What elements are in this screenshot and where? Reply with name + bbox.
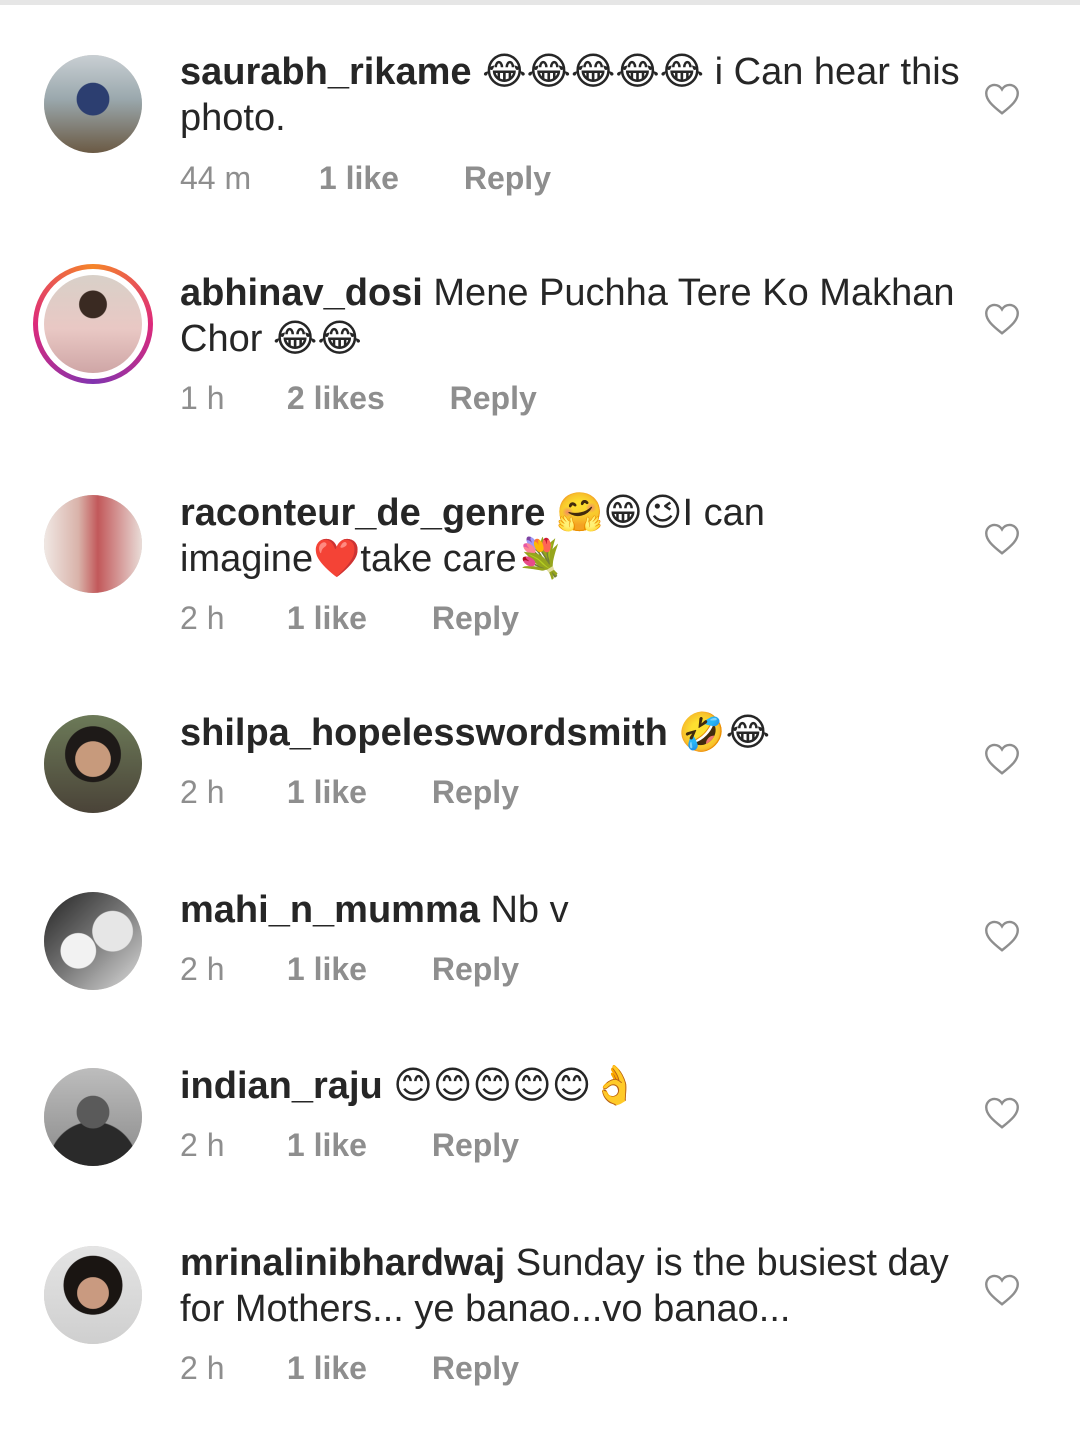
comment-text: shilpa_hopelesswordsmith 🤣😂 xyxy=(180,710,960,756)
username[interactable]: mahi_n_mumma xyxy=(180,889,480,931)
reply-button[interactable]: Reply xyxy=(464,160,551,197)
comment-text: abhinav_dosi Mene Puchha Tere Ko Makhan … xyxy=(180,270,960,362)
avatar[interactable] xyxy=(44,55,142,153)
avatar xyxy=(44,275,142,373)
reply-button[interactable]: Reply xyxy=(432,1127,519,1164)
username[interactable]: mrinalinibhardwaj xyxy=(180,1242,505,1284)
username[interactable]: saurabh_rikame xyxy=(180,51,472,93)
comment-body: Nb v xyxy=(490,889,569,931)
comment-meta: 2 h 1 like Reply xyxy=(180,774,519,811)
reply-button[interactable]: Reply xyxy=(432,774,519,811)
heart-icon[interactable] xyxy=(984,1096,1020,1130)
username[interactable]: shilpa_hopelesswordsmith xyxy=(180,712,668,754)
top-divider xyxy=(0,0,1080,5)
username[interactable]: abhinav_dosi xyxy=(180,272,423,314)
avatar[interactable] xyxy=(44,715,142,813)
comment-body: 😊😊😊😊😊👌 xyxy=(393,1065,639,1107)
timestamp: 2 h xyxy=(180,774,225,810)
heart-icon[interactable] xyxy=(984,919,1020,953)
reply-button[interactable]: Reply xyxy=(432,951,519,988)
avatar[interactable] xyxy=(44,892,142,990)
heart-icon[interactable] xyxy=(984,522,1020,556)
like-count[interactable]: 1 like xyxy=(287,951,367,988)
reply-button[interactable]: Reply xyxy=(432,600,519,637)
comment-text: mahi_n_mumma Nb v xyxy=(180,887,960,933)
reply-button[interactable]: Reply xyxy=(450,380,537,417)
comment-meta: 44 m 1 like Reply xyxy=(180,160,551,197)
avatar[interactable] xyxy=(44,1068,142,1166)
like-count[interactable]: 1 like xyxy=(287,600,367,637)
heart-icon[interactable] xyxy=(984,1273,1020,1307)
timestamp: 2 h xyxy=(180,1350,225,1386)
like-count[interactable]: 1 like xyxy=(287,774,367,811)
avatar[interactable] xyxy=(44,495,142,593)
heart-icon[interactable] xyxy=(984,302,1020,336)
timestamp: 2 h xyxy=(180,1127,225,1163)
timestamp: 1 h xyxy=(180,380,225,416)
comment-meta: 2 h 1 like Reply xyxy=(180,1350,519,1387)
like-count[interactable]: 1 like xyxy=(319,160,399,197)
comment-text: saurabh_rikame 😂😂😂😂😂 i Can hear this pho… xyxy=(180,49,960,141)
username[interactable]: indian_raju xyxy=(180,1065,383,1107)
avatar[interactable] xyxy=(44,1246,142,1344)
comment-text: indian_raju 😊😊😊😊😊👌 xyxy=(180,1063,960,1109)
comment-text: mrinalinibhardwaj Sunday is the busiest … xyxy=(180,1240,960,1332)
like-count[interactable]: 1 like xyxy=(287,1350,367,1387)
comment-body: 🤣😂 xyxy=(678,712,771,754)
comment-meta: 2 h 1 like Reply xyxy=(180,1127,519,1164)
reply-button[interactable]: Reply xyxy=(432,1350,519,1387)
like-count[interactable]: 1 like xyxy=(287,1127,367,1164)
timestamp: 2 h xyxy=(180,951,225,987)
heart-icon[interactable] xyxy=(984,82,1020,116)
heart-icon[interactable] xyxy=(984,742,1020,776)
comment-meta: 2 h 1 like Reply xyxy=(180,951,519,988)
comment-meta: 2 h 1 like Reply xyxy=(180,600,519,637)
timestamp: 44 m xyxy=(180,160,252,196)
avatar-story-ring[interactable] xyxy=(33,264,153,384)
comment-text: raconteur_de_genre 🤗😁😉I can imagine❤️tak… xyxy=(180,490,780,582)
like-count[interactable]: 2 likes xyxy=(287,380,385,417)
username[interactable]: raconteur_de_genre xyxy=(180,492,545,534)
timestamp: 2 h xyxy=(180,600,225,636)
comment-meta: 1 h 2 likes Reply xyxy=(180,380,537,417)
